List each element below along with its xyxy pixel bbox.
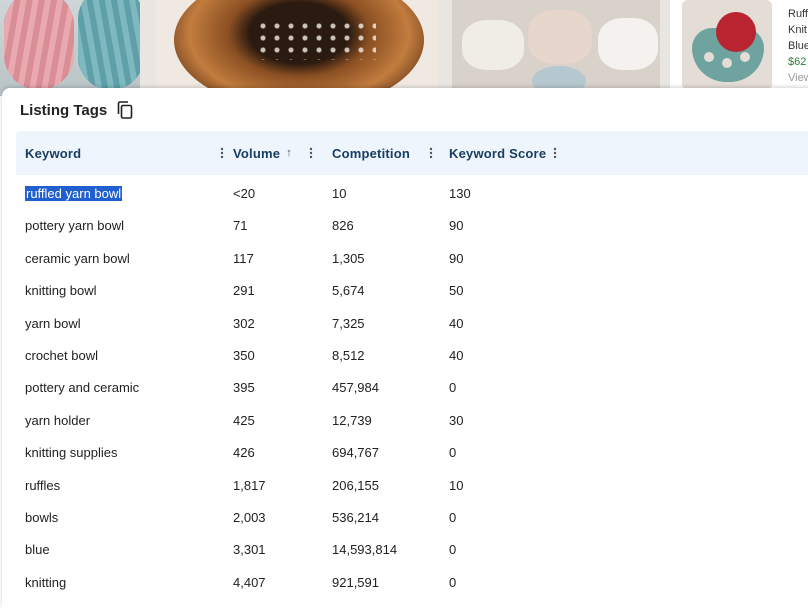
column-menu-icon[interactable] [550,146,560,160]
product-image-yarn-bowl[interactable] [682,0,772,90]
keyword-cell[interactable]: ruffled yarn bowl [25,186,123,201]
keyword-cell[interactable]: crochet bowl [25,348,98,363]
keyword-cell[interactable]: bowls [25,510,58,525]
score-cell: 40 [449,315,464,331]
product-card-view[interactable]: View [788,70,808,86]
table-row[interactable]: knitting supplies 426 694,767 0 [16,436,808,468]
product-image-ceramic-bowls[interactable] [452,0,660,96]
table-row[interactable]: crochet bowl 350 8,512 40 [16,339,808,371]
volume-cell: <20 [233,186,256,201]
dialog-title: Listing Tags [20,101,108,119]
volume-cell: 426 [233,445,255,461]
column-header-score-label: Keyword Score [449,145,547,161]
score-cell: 0 [449,380,457,396]
volume-cell: 3,301 [233,542,266,558]
keyword-cell[interactable]: pottery yarn bowl [25,218,124,233]
competition-cell: 826 [332,218,354,234]
score-cell: 0 [449,542,457,558]
table-row[interactable]: pottery yarn bowl 71 826 90 [16,209,808,241]
keyword-cell[interactable]: pottery and ceramic [25,380,139,395]
column-header-volume[interactable]: Volume ↑ [233,131,316,175]
score-cell: 30 [449,412,464,428]
score-cell: 130 [449,186,471,201]
volume-cell: 71 [233,218,248,234]
keyword-cell[interactable]: yarn holder [25,413,90,428]
dialog-header: Listing Tags [20,99,135,121]
competition-cell: 921,591 [332,574,379,590]
product-image-cups[interactable] [0,0,140,96]
table-row[interactable]: knitting 4,407 921,591 0 [16,566,808,598]
volume-cell: 291 [233,283,255,299]
score-cell: 10 [449,477,464,493]
competition-cell: 8,512 [332,347,365,363]
table-row[interactable]: pottery and ceramic 395 457,984 0 [16,371,808,403]
score-cell: 90 [449,250,464,266]
competition-cell: 12,739 [332,412,372,428]
product-card-price: $62 [788,56,807,68]
score-cell: 90 [449,218,464,234]
competition-cell: 457,984 [332,380,379,396]
keyword-cell[interactable]: knitting supplies [25,445,118,460]
volume-cell: 2,003 [233,509,266,525]
copy-icon[interactable] [115,100,135,120]
table-row[interactable]: knitting bowl 291 5,674 50 [16,274,808,306]
score-cell: 0 [449,445,457,461]
competition-cell: 206,155 [332,477,379,493]
competition-cell: 1,305 [332,250,365,266]
volume-cell: 1,817 [233,477,266,493]
product-card-text: Ruff Knit Blue $62 View [788,6,808,86]
column-header-competition[interactable]: Competition [332,131,436,175]
competition-cell: 536,214 [332,509,379,525]
volume-cell: 425 [233,412,255,428]
sort-ascending-icon[interactable]: ↑ [286,147,292,159]
product-card-line2: Knit [788,24,807,36]
score-cell: 0 [449,574,457,590]
table-row[interactable]: yarn holder 425 12,739 30 [16,404,808,436]
competition-cell: 5,674 [332,283,365,299]
column-menu-icon[interactable] [217,146,227,160]
keyword-cell[interactable]: ceramic yarn bowl [25,251,130,266]
product-card[interactable]: Ruff Knit Blue $62 View [670,0,808,96]
competition-cell: 7,325 [332,315,365,331]
score-cell: 50 [449,283,464,299]
column-header-keyword[interactable]: Keyword [25,131,224,175]
column-menu-icon[interactable] [306,146,316,160]
column-header-keyword-score[interactable]: Keyword Score [449,131,560,175]
competition-cell: 14,593,814 [332,542,398,558]
table-row[interactable]: yarn bowl 302 7,325 40 [16,307,808,339]
column-header-keyword-label: Keyword [25,145,82,161]
keyword-cell[interactable]: knitting [25,575,66,590]
table-row[interactable]: ruffles 1,817 206,155 10 [16,469,808,501]
keyword-cell[interactable]: blue [25,542,50,557]
volume-cell: 117 [233,250,254,266]
score-cell: 0 [449,509,457,525]
product-image-wood-bowl[interactable] [156,0,438,96]
volume-cell: 302 [233,315,255,331]
keyword-cell[interactable]: yarn bowl [25,316,81,331]
column-header-competition-label: Competition [332,145,411,161]
keyword-cell[interactable]: knitting bowl [25,283,97,298]
product-card-line3: Blue [788,40,808,52]
table-row[interactable]: ceramic yarn bowl 117 1,305 90 [16,242,808,274]
volume-cell: 350 [233,347,255,363]
table-body: ruffled yarn bowl <20 10 130 pottery yar… [16,177,808,598]
volume-cell: 395 [233,380,255,396]
selected-text[interactable]: ruffled yarn bowl [25,186,123,201]
keyword-cell[interactable]: ruffles [25,478,60,493]
product-card-title[interactable]: Ruff [788,6,808,22]
product-strip: Ruff Knit Blue $62 View [0,0,808,96]
tags-table: Keyword Volume ↑ Competition Keyword Sco… [16,131,808,598]
competition-cell: 10 [332,186,347,201]
column-menu-icon[interactable] [426,146,436,160]
column-header-volume-label: Volume [233,145,281,161]
score-cell: 40 [449,347,464,363]
listing-tags-dialog: Listing Tags Keyword Volume ↑ Competitio… [2,88,808,608]
volume-cell: 4,407 [233,574,266,590]
table-row[interactable]: ruffled yarn bowl <20 10 130 [16,177,808,209]
competition-cell: 694,767 [332,445,379,461]
table-header: Keyword Volume ↑ Competition Keyword Sco… [16,131,808,175]
table-row[interactable]: blue 3,301 14,593,814 0 [16,533,808,565]
table-row[interactable]: bowls 2,003 536,214 0 [16,501,808,533]
